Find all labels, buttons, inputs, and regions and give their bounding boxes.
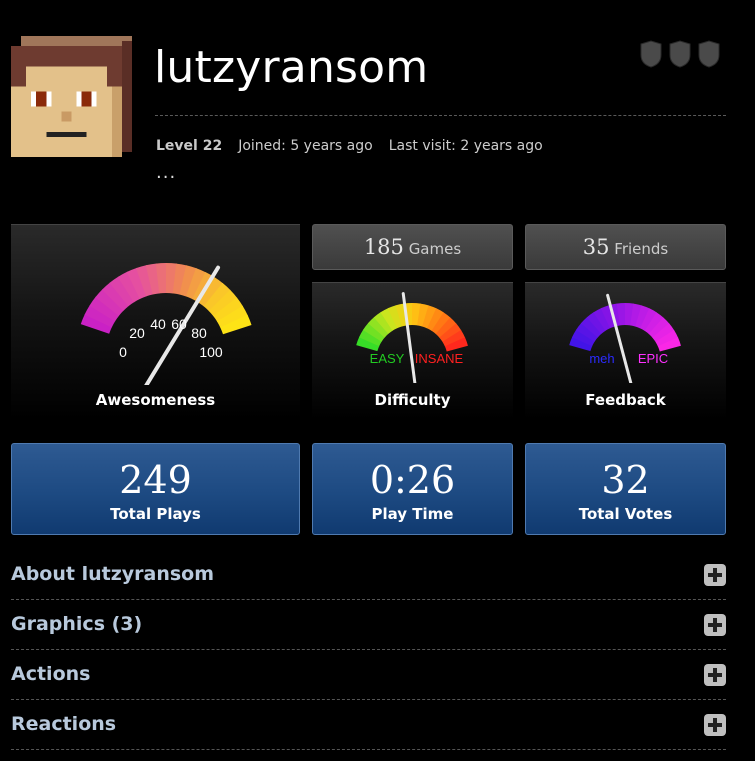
avatar[interactable] bbox=[11, 36, 132, 157]
shield-icon[interactable] bbox=[697, 40, 721, 68]
awesomeness-label: Awesomeness bbox=[95, 391, 216, 409]
friends-label: Friends bbox=[614, 240, 669, 258]
profile-meta: Level 22 Joined: 5 years ago Last visit:… bbox=[156, 138, 543, 154]
total-votes-label: Total Votes bbox=[578, 505, 673, 523]
more-ellipsis[interactable]: ... bbox=[156, 162, 176, 183]
awesomeness-gauge: 020 40 6080 100 bbox=[80, 263, 252, 385]
friends-count-button[interactable]: 35 Friends bbox=[525, 224, 726, 270]
games-count: 185 bbox=[363, 235, 404, 259]
difficulty-gauge: EASY INSANE bbox=[356, 292, 468, 383]
expand-plus-icon[interactable] bbox=[704, 664, 726, 686]
friends-count: 35 bbox=[582, 235, 610, 259]
play-time-box[interactable]: 0:26 Play Time bbox=[312, 443, 513, 535]
feedback-panel: meh EPIC Feedback bbox=[525, 282, 726, 419]
username: lutzyransom bbox=[154, 42, 429, 93]
section-actions[interactable]: Actions bbox=[11, 650, 726, 700]
section-title: Actions bbox=[11, 663, 91, 685]
gauge-tick-label: 60 bbox=[171, 316, 187, 332]
section-title: Reactions bbox=[11, 713, 117, 735]
gauge-tick-label: 0 bbox=[119, 344, 127, 360]
difficulty-easy-label: EASY bbox=[370, 351, 405, 366]
total-votes-value: 32 bbox=[601, 458, 650, 502]
section-reactions[interactable]: Reactions bbox=[11, 700, 726, 750]
feedback-label: Feedback bbox=[585, 391, 666, 409]
expand-plus-icon[interactable] bbox=[704, 614, 726, 636]
header-divider bbox=[155, 115, 726, 116]
expand-plus-icon[interactable] bbox=[704, 714, 726, 736]
level-text: Level 22 bbox=[156, 138, 223, 154]
games-count-button[interactable]: 185 Games bbox=[312, 224, 513, 270]
total-plays-box[interactable]: 249 Total Plays bbox=[11, 443, 300, 535]
total-votes-box[interactable]: 32 Total Votes bbox=[525, 443, 726, 535]
games-label: Games bbox=[408, 240, 462, 258]
expand-plus-icon[interactable] bbox=[704, 564, 726, 586]
gauge-tick-label: 80 bbox=[191, 325, 207, 341]
badge-list bbox=[639, 40, 721, 68]
gauge-tick-label: 40 bbox=[150, 316, 166, 332]
shield-icon[interactable] bbox=[668, 40, 692, 68]
section-title: Graphics (3) bbox=[11, 613, 143, 635]
section-about[interactable]: About lutzyransom bbox=[11, 550, 726, 600]
feedback-meh-label: meh bbox=[589, 351, 614, 366]
feedback-gauge: meh EPIC bbox=[569, 293, 681, 383]
joined-text: Joined: 5 years ago bbox=[238, 138, 373, 154]
play-time-label: Play Time bbox=[371, 505, 454, 523]
shield-icon[interactable] bbox=[639, 40, 663, 68]
section-graphics[interactable]: Graphics (3) bbox=[11, 600, 726, 650]
gauge-tick-label: 100 bbox=[199, 344, 223, 360]
difficulty-insane-label: INSANE bbox=[415, 351, 464, 366]
awesomeness-panel: 0 20 40 60 80 100 Awesomeness bbox=[11, 224, 300, 419]
difficulty-label: Difficulty bbox=[374, 391, 451, 409]
difficulty-panel: EASY INSANE Difficulty bbox=[312, 282, 513, 419]
total-plays-label: Total Plays bbox=[110, 505, 201, 523]
feedback-epic-label: EPIC bbox=[638, 351, 668, 366]
section-title: About lutzyransom bbox=[11, 563, 215, 585]
last-visit-text: Last visit: 2 years ago bbox=[388, 138, 543, 154]
total-plays-value: 249 bbox=[119, 458, 192, 502]
play-time-value: 0:26 bbox=[369, 458, 456, 502]
gauge-tick-label: 20 bbox=[129, 325, 145, 341]
